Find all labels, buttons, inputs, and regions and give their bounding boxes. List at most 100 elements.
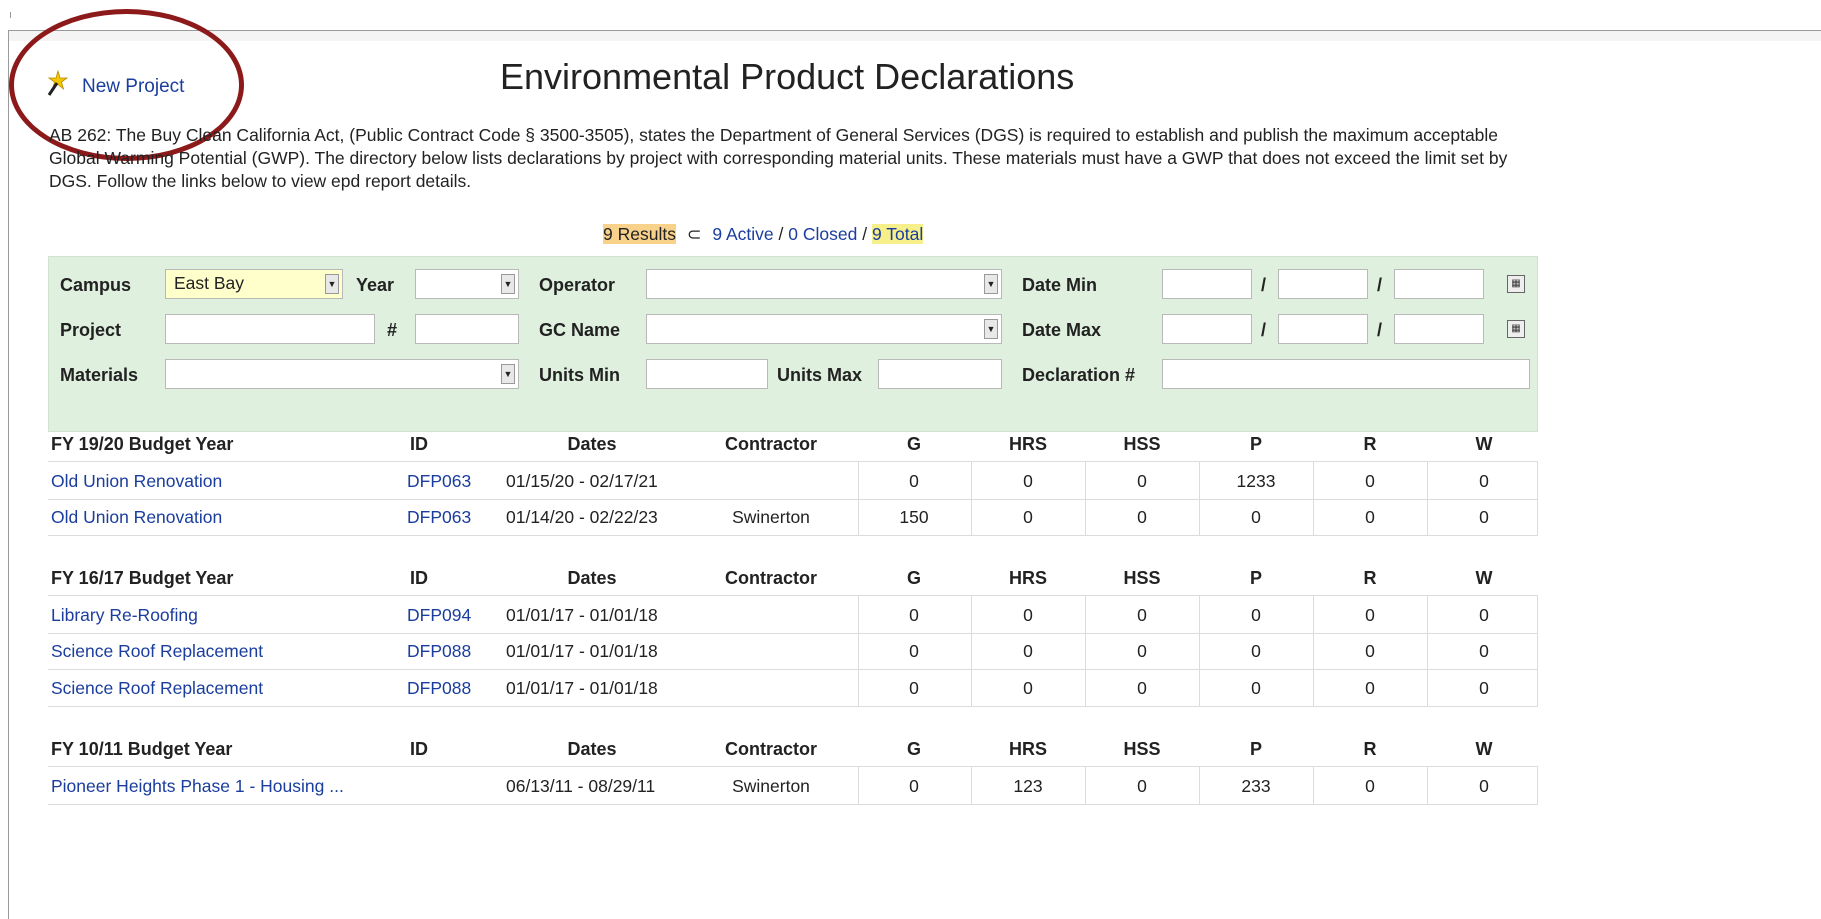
declaration-id-link[interactable]: DFP063 (407, 471, 471, 492)
campus-select[interactable]: East Bay ▼ (165, 269, 343, 299)
column-header-g: G (906, 739, 922, 759)
units-min-input[interactable] (646, 359, 768, 389)
column-header-p: P (1249, 568, 1263, 588)
cell-divider (1085, 632, 1086, 669)
date-max-month-input[interactable] (1162, 314, 1252, 344)
cell-divider (1537, 669, 1538, 706)
date-separator: / (1261, 275, 1267, 295)
column-header-id: ID (410, 434, 428, 454)
cell-divider (1199, 669, 1200, 706)
cell-divider (858, 596, 859, 633)
table-row[interactable]: Science Roof Replacement DFP088 01/01/17 -… (48, 632, 1538, 670)
material-units-g: 0 (909, 641, 919, 661)
column-header-w: W (1475, 739, 1493, 759)
material-units-r: 0 (1365, 507, 1375, 527)
material-units-hss: 0 (1137, 471, 1147, 491)
material-units-g: 0 (909, 776, 919, 796)
materials-label: Materials (60, 365, 139, 385)
material-units-hrs: 0 (1023, 678, 1033, 698)
cell-divider (1313, 767, 1314, 804)
cell-divider (1313, 669, 1314, 706)
calendar-icon[interactable]: ▦ (1507, 320, 1525, 338)
declaration-id-link[interactable]: DFP088 (407, 678, 471, 699)
cell-divider (1199, 767, 1200, 804)
units-max-input[interactable] (878, 359, 1002, 389)
table-row[interactable]: Old Union Renovation DFP063 01/14/20 - 02/… (48, 498, 1538, 536)
year-select[interactable]: ▼ (415, 269, 519, 299)
project-number-input[interactable] (415, 314, 519, 344)
column-header-id: ID (410, 739, 428, 759)
total-filter-link[interactable]: 9 Total (872, 224, 924, 244)
material-units-g: 0 (909, 678, 919, 698)
material-units-w: 0 (1479, 471, 1489, 491)
project-link[interactable]: Science Roof Replacement (51, 641, 263, 662)
filter-panel: Campus East Bay ▼ Year ▼ Operator ▼ Date… (48, 256, 1538, 432)
column-header-hrs: HRS (1008, 568, 1048, 588)
table-row[interactable]: Old Union Renovation DFP063 01/15/20 - 02/… (48, 461, 1538, 500)
material-units-r: 0 (1365, 641, 1375, 661)
material-units-w: 0 (1479, 641, 1489, 661)
column-header-p: P (1249, 434, 1263, 454)
material-units-p: 0 (1251, 641, 1261, 661)
page-top-band (9, 31, 1821, 41)
cell-divider (971, 632, 972, 669)
table-row[interactable]: Library Re-Roofing DFP094 01/01/17 - 01/01… (48, 595, 1538, 634)
date-max-year-input[interactable] (1394, 314, 1484, 344)
material-units-hrs: 123 (1013, 776, 1043, 796)
column-header-r: R (1363, 434, 1377, 454)
cell-divider (1199, 462, 1200, 499)
cell-divider (1199, 632, 1200, 669)
materials-select[interactable]: ▼ (165, 359, 519, 389)
operator-label: Operator (539, 275, 616, 295)
date-min-month-input[interactable] (1162, 269, 1252, 299)
contractor-name: Swinerton (732, 507, 810, 527)
declaration-number-input[interactable] (1162, 359, 1530, 389)
material-units-w: 0 (1479, 507, 1489, 527)
project-number-label: # (387, 320, 398, 340)
declaration-id-link[interactable]: DFP063 (407, 507, 471, 528)
active-filter-link[interactable]: 9 Active (712, 224, 773, 244)
cell-divider (858, 462, 859, 499)
date-separator: / (1377, 275, 1383, 295)
cell-divider (1313, 498, 1314, 535)
material-units-r: 0 (1365, 471, 1375, 491)
project-link[interactable]: Old Union Renovation (51, 507, 222, 528)
chevron-down-icon: ▼ (501, 364, 515, 384)
cell-divider (1085, 669, 1086, 706)
project-link[interactable]: Old Union Renovation (51, 471, 222, 492)
project-link[interactable]: Library Re-Roofing (51, 605, 198, 626)
project-link[interactable]: Pioneer Heights Phase 1 - Housing ... (51, 776, 344, 797)
cell-divider (971, 462, 972, 499)
gc-name-label: GC Name (539, 320, 621, 340)
material-units-p: 1233 (1236, 471, 1276, 491)
date-min-year-input[interactable] (1394, 269, 1484, 299)
declaration-number-label: Declaration # (1022, 365, 1136, 385)
declaration-id-link[interactable]: DFP088 (407, 641, 471, 662)
cell-divider (1085, 596, 1086, 633)
new-project-link[interactable]: New Project (47, 69, 184, 98)
new-project-label[interactable]: New Project (82, 76, 184, 97)
project-input[interactable] (165, 314, 375, 344)
gc-name-select[interactable]: ▼ (646, 314, 1002, 344)
calendar-icon[interactable]: ▦ (1507, 275, 1525, 293)
date-min-day-input[interactable] (1278, 269, 1368, 299)
chevron-down-icon: ▼ (984, 319, 998, 339)
column-header-id: ID (410, 568, 428, 588)
cell-divider (1427, 462, 1428, 499)
operator-select[interactable]: ▼ (646, 269, 1002, 299)
cell-divider (1427, 632, 1428, 669)
table-row[interactable]: Science Roof Replacement DFP088 01/01/17 -… (48, 669, 1538, 707)
date-max-day-input[interactable] (1278, 314, 1368, 344)
column-header-dates: Dates (567, 434, 617, 454)
material-units-r: 0 (1365, 605, 1375, 625)
material-units-hss: 0 (1137, 641, 1147, 661)
budget-year-heading: FY 16/17 Budget Year (51, 568, 234, 588)
column-header-w: W (1475, 434, 1493, 454)
cell-divider (858, 669, 859, 706)
cell-divider (1537, 767, 1538, 804)
project-link[interactable]: Science Roof Replacement (51, 678, 263, 699)
column-header-hss: HSS (1123, 434, 1161, 454)
declaration-id-link[interactable]: DFP094 (407, 605, 471, 626)
closed-filter-link[interactable]: 0 Closed (788, 224, 857, 244)
table-row[interactable]: Pioneer Heights Phase 1 - Housing ... 06/… (48, 766, 1538, 805)
